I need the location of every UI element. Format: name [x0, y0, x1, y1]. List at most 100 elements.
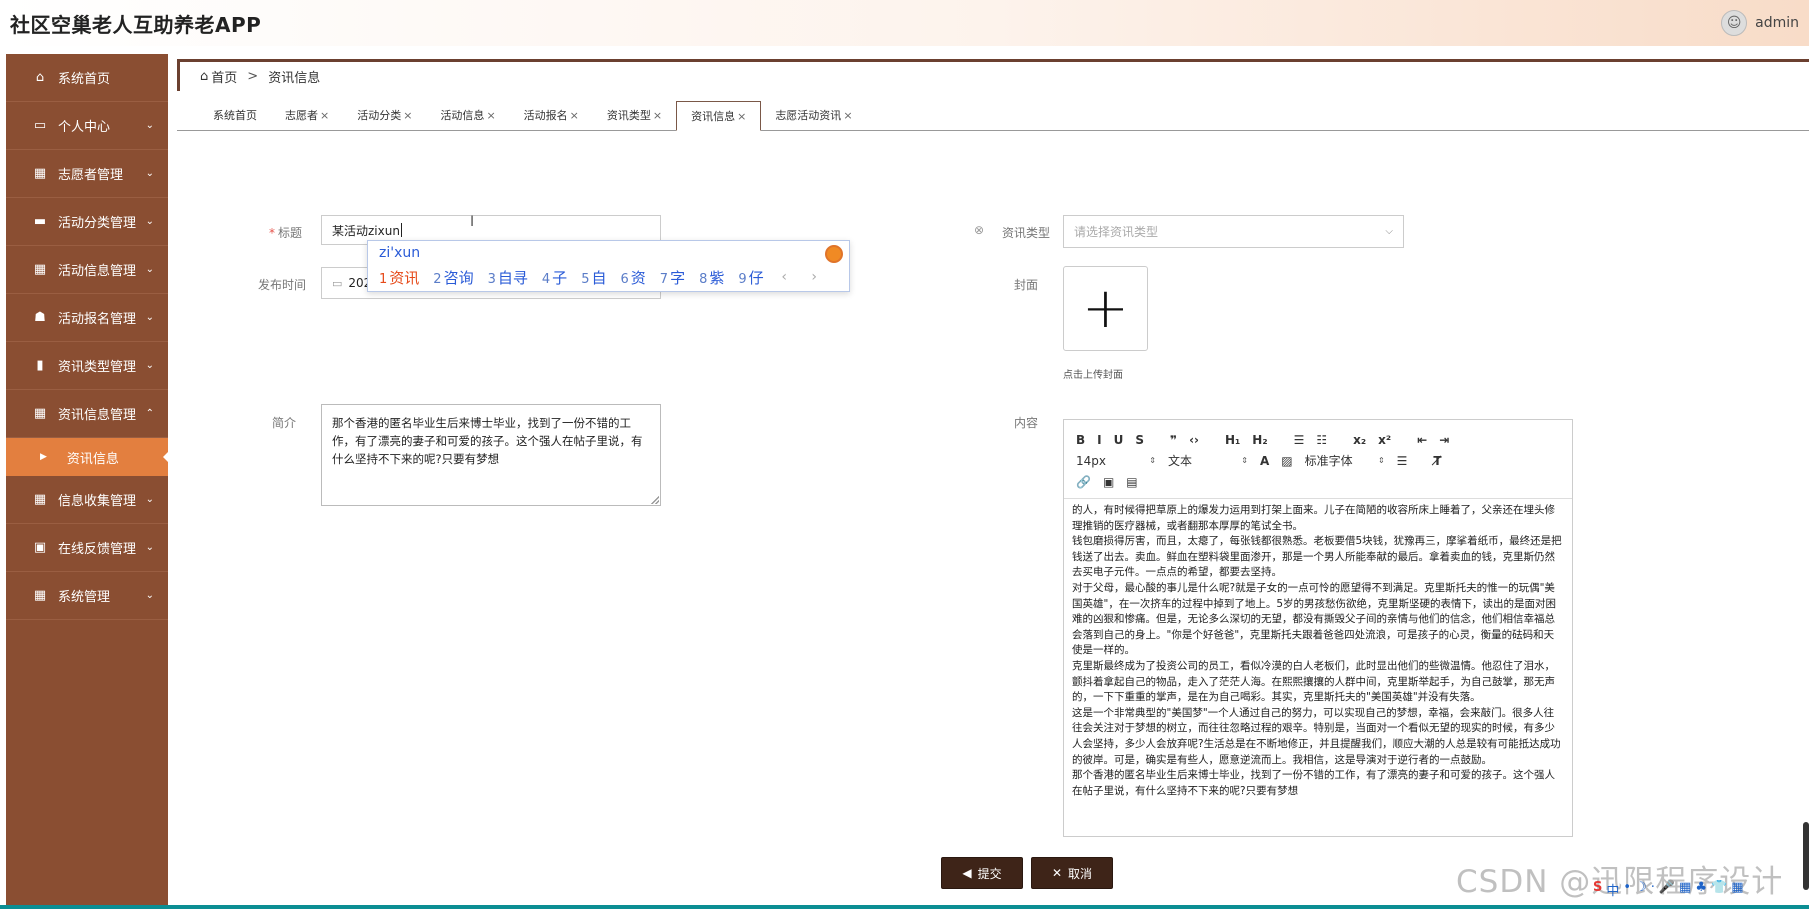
ime-candidate[interactable]: 3 自寻 [488, 267, 528, 288]
code-icon[interactable]: ‹› [1189, 433, 1199, 447]
sidebar-item-7[interactable]: ▦ 资讯信息管理 ⌃ [6, 390, 168, 438]
tray-icon[interactable]: S [1593, 880, 1602, 899]
user-menu[interactable]: ☺ admin [1721, 10, 1799, 36]
sidebar-item-1[interactable]: ▭ 个人中心 ⌄ [6, 102, 168, 150]
sidebar-item-5[interactable]: ☗ 活动报名管理 ⌄ [6, 294, 168, 342]
bullet-list-icon[interactable]: ☷ [1316, 433, 1327, 447]
clear-icon[interactable]: ⊗ [974, 223, 984, 237]
ime-candidate[interactable]: 6资 [620, 267, 645, 288]
sidebar-item-10[interactable]: ▣ 在线反馈管理 ⌄ [6, 524, 168, 572]
tray-icon[interactable]: ♣ [1695, 880, 1707, 899]
strike-icon[interactable]: S [1135, 433, 1144, 447]
ime-candidate[interactable]: 1 资讯 [379, 267, 419, 288]
tab-6[interactable]: 资讯信息 × [676, 101, 762, 131]
ime-logo-icon[interactable] [825, 245, 843, 263]
bar-chart-icon: ▮ [36, 358, 44, 373]
sidebar-item-9[interactable]: ▦ 信息收集管理 ⌄ [6, 476, 168, 524]
chevron-down-icon: ⌄ [145, 216, 154, 227]
ime-candidate[interactable]: 4子 [542, 267, 567, 288]
submit-button[interactable]: ◀ 提交 [941, 857, 1023, 889]
h2-icon[interactable]: H₂ [1252, 433, 1267, 447]
font-size-select[interactable]: 14px ⇕ [1076, 454, 1156, 468]
chevron-down-icon: ⌄ [145, 264, 154, 275]
h1-icon[interactable]: H₁ [1225, 433, 1240, 447]
intro-textarea[interactable]: 那个香港的匿名毕业生后来博士毕业，找到了一份不错的工作，有了漂亮的妻子和可爱的孩… [321, 404, 661, 506]
breadcrumb-home[interactable]: ⌂ 首页 [200, 67, 237, 86]
tab-close-icon[interactable]: × [570, 109, 579, 122]
tray-icon[interactable]: ▦ [1731, 880, 1743, 899]
ime-pinyin: zi'xun [379, 245, 421, 261]
tab-3[interactable]: 活动信息 × [426, 100, 509, 130]
breadcrumb: ⌂ 首页 > 资讯信息 [177, 59, 1809, 91]
image-icon[interactable]: ▣ [1103, 475, 1114, 489]
sidebar-item-0[interactable]: ⌂ 系统首页 [6, 54, 168, 102]
avatar[interactable]: ☺ [1721, 10, 1748, 36]
home-icon: ⌂ [200, 69, 209, 84]
outdent-icon[interactable]: ⇤ [1417, 433, 1427, 447]
ime-candidate[interactable]: 5自 [581, 267, 606, 288]
sidebar-item-3[interactable]: ▬ 活动分类管理 ⌄ [6, 198, 168, 246]
tab-bar: 系统首页 志愿者 × 活动分类 × 活动信息 × 活动报名 × 资讯类型 × 资讯信息 × 志愿活动资讯 × [177, 95, 1809, 131]
tab-close-icon[interactable]: × [486, 109, 495, 122]
superscript-icon[interactable]: x² [1378, 433, 1391, 447]
username[interactable]: admin [1755, 15, 1799, 31]
thumb-icon: ☗ [34, 310, 46, 325]
scrollbar[interactable] [1803, 822, 1809, 890]
app-title: 社区空巢老人互助养老APP [10, 12, 262, 37]
tab-4[interactable]: 活动报名 × [510, 100, 593, 130]
tab-close-icon[interactable]: × [320, 109, 329, 122]
sidebar-item-6[interactable]: ▮ 资讯类型管理 ⌄ [6, 342, 168, 390]
ime-candidate[interactable]: 8紫 [699, 267, 724, 288]
bottom-divider [0, 905, 1809, 909]
tab-5[interactable]: 资讯类型 × [593, 100, 676, 130]
tab-close-icon[interactable]: × [843, 109, 852, 122]
tab-1[interactable]: 志愿者 × [271, 100, 343, 130]
background-color-icon[interactable]: ▨ [1281, 454, 1292, 468]
title-label: * 标题 [268, 226, 302, 240]
block-type-select[interactable]: 文本 ⇕ [1168, 452, 1248, 469]
font-family-select[interactable]: 标准字体 ⇕ [1305, 452, 1385, 469]
tab-close-icon[interactable]: × [403, 109, 412, 122]
clear-format-icon[interactable]: T̸ [1433, 454, 1441, 468]
indent-icon[interactable]: ⇥ [1439, 433, 1449, 447]
ime-candidate[interactable]: 7字 [660, 267, 685, 288]
top-header: 社区空巢老人互助养老APP ☺ admin [0, 0, 1809, 46]
tray-icon[interactable]: 👕 [1711, 880, 1727, 899]
align-icon[interactable]: ☰ [1397, 454, 1408, 468]
tray-icon[interactable]: 中 [1606, 880, 1619, 899]
tray-icon[interactable]: ☽ [1635, 880, 1647, 899]
tab-close-icon[interactable]: × [737, 110, 746, 123]
link-icon[interactable]: 🔗 [1076, 475, 1091, 489]
subscript-icon[interactable]: x₂ [1353, 433, 1366, 447]
tab-7[interactable]: 志愿活动资讯 × [761, 100, 866, 130]
content-label: 内容 [1013, 416, 1038, 430]
sidebar-item-4[interactable]: ▦ 活动信息管理 ⌄ [6, 246, 168, 294]
ime-candidate[interactable]: 2 咨询 [433, 267, 473, 288]
tab-close-icon[interactable]: × [653, 109, 662, 122]
ime-candidate[interactable]: 9仔 [738, 267, 763, 288]
type-select[interactable]: 请选择资讯类型 ⌵ [1063, 215, 1404, 248]
tray-icon[interactable]: • [1623, 880, 1631, 899]
sidebar-subitem-news[interactable]: ▶ 资讯信息 [6, 438, 169, 476]
ime-page-nav[interactable]: ‹ › [781, 269, 827, 285]
tray-icon[interactable]: ▦ [1679, 880, 1691, 899]
tab-0[interactable]: 系统首页 [199, 100, 271, 130]
cover-upload-hint: 点击上传封面 [1063, 370, 1123, 381]
video-icon[interactable]: ▤ [1126, 475, 1137, 489]
sidebar-item-2[interactable]: ▦ 志愿者管理 ⌄ [6, 150, 168, 198]
font-color-icon[interactable]: A [1260, 454, 1269, 468]
cover-upload-button[interactable]: + [1063, 266, 1148, 351]
resize-handle[interactable] [651, 496, 659, 504]
chevron-down-icon: ⌄ [145, 590, 154, 601]
tray-icon[interactable]: · [1651, 880, 1655, 899]
tab-2[interactable]: 活动分类 × [343, 100, 426, 130]
cancel-button[interactable]: ✕ 取消 [1031, 857, 1113, 889]
ordered-list-icon[interactable]: ☰ [1294, 433, 1305, 447]
italic-icon[interactable]: I [1097, 433, 1101, 447]
tray-icon[interactable]: 🎤 [1659, 880, 1675, 899]
bold-icon[interactable]: B [1076, 433, 1085, 447]
sidebar-item-11[interactable]: ▦ 系统管理 ⌄ [6, 572, 168, 620]
editor-content[interactable]: 的人，有时候得把草原上的爆发力运用到打架上面来。儿子在简陋的收容所床上睡着了，父… [1064, 499, 1572, 837]
quote-icon[interactable]: ❞ [1170, 433, 1177, 447]
underline-icon[interactable]: U [1114, 433, 1124, 447]
